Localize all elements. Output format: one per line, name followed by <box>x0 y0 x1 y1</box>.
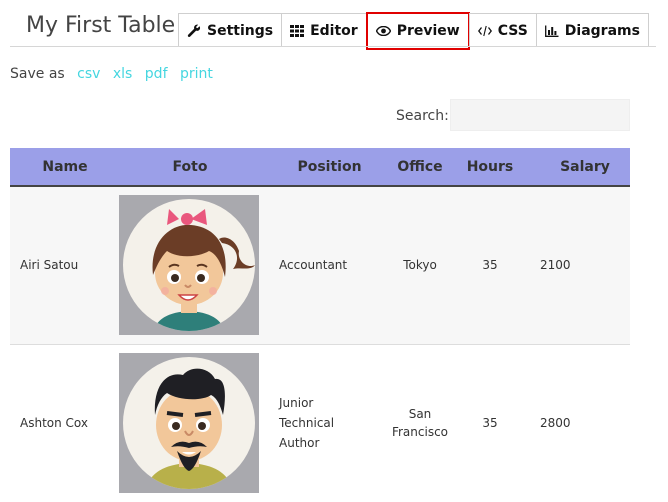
cell-hours: 35 <box>482 416 498 431</box>
cell-salary: 2100 <box>540 258 571 273</box>
table-header-row: Name Foto Position Office Hours Salary <box>10 148 630 187</box>
cell-office: Tokyo <box>380 186 460 344</box>
tab-label: Diagrams <box>564 22 640 39</box>
position-line: Junior <box>279 396 314 411</box>
table-row: Ashton Cox Junior Technical Author San F… <box>10 344 630 502</box>
header-divider <box>10 46 656 47</box>
tab-label: Editor <box>310 22 358 39</box>
position-line: Technical <box>279 416 335 431</box>
boy-avatar-image <box>119 353 259 494</box>
cell-foto <box>110 344 270 502</box>
cell-name: Airi Satou <box>20 258 79 273</box>
export-xls-link[interactable]: xls <box>113 66 132 82</box>
column-header-name[interactable]: Name <box>10 148 110 187</box>
page-title: My First Table <box>26 13 176 38</box>
print-link[interactable]: print <box>180 66 213 82</box>
column-header-salary[interactable]: Salary <box>520 148 630 187</box>
column-header-office[interactable]: Office <box>380 148 460 187</box>
header-bar: My First Table Settings Editor Preview C… <box>0 0 668 50</box>
cell-position: Accountant <box>270 186 380 344</box>
code-icon <box>477 25 492 36</box>
cell-salary: 2800 <box>540 416 571 431</box>
bar-chart-icon <box>544 25 559 37</box>
tab-editor[interactable]: Editor <box>281 13 367 47</box>
column-header-foto[interactable]: Foto <box>110 148 270 187</box>
tab-diagrams[interactable]: Diagrams <box>535 13 649 47</box>
save-as-label: Save as <box>10 66 65 82</box>
column-header-position[interactable]: Position <box>270 148 380 187</box>
wrench-icon <box>187 24 201 37</box>
office-line: Francisco <box>391 425 449 440</box>
tab-preview[interactable]: Preview <box>365 12 470 50</box>
cell-office: San Francisco <box>380 344 460 502</box>
position-line: Accountant <box>279 258 348 273</box>
search-label: Search: <box>396 108 449 124</box>
column-header-hours[interactable]: Hours <box>460 148 520 187</box>
save-as-bar: Save as csv xls pdf print <box>10 66 213 82</box>
position-line: Author <box>279 436 320 451</box>
table-row: Airi Satou Accountant Tokyo 35 2100 <box>10 186 630 344</box>
data-table: Name Foto Position Office Hours Salary A… <box>10 148 630 502</box>
tab-css[interactable]: CSS <box>468 13 537 47</box>
tab-label: CSS <box>497 22 528 39</box>
cell-foto <box>110 186 270 344</box>
cell-name: Ashton Cox <box>20 416 88 431</box>
grid-icon <box>290 24 305 37</box>
tab-label: Preview <box>396 23 460 39</box>
cell-hours: 35 <box>482 258 498 273</box>
export-pdf-link[interactable]: pdf <box>145 66 168 82</box>
tab-bar: Settings Editor Preview CSS Diagrams <box>178 12 649 50</box>
tab-settings[interactable]: Settings <box>178 13 283 47</box>
search-input[interactable] <box>450 99 630 131</box>
cell-position: Junior Technical Author <box>270 344 380 502</box>
tab-label: Settings <box>207 22 274 39</box>
office-line: Tokyo <box>403 258 437 273</box>
eye-icon <box>375 26 391 36</box>
export-csv-link[interactable]: csv <box>77 66 100 82</box>
office-line: San <box>408 407 432 422</box>
girl-avatar-image <box>119 195 259 336</box>
